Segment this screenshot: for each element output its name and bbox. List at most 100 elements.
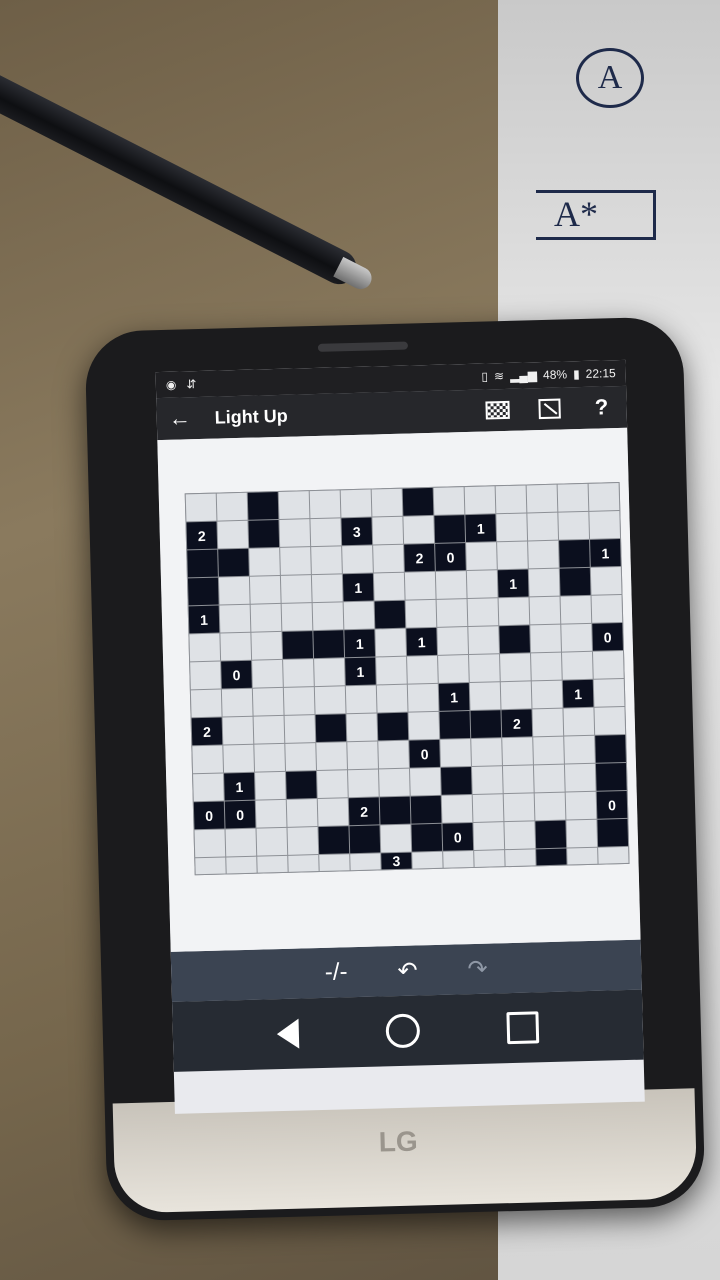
empty-cell[interactable] (526, 484, 558, 513)
empty-cell[interactable] (317, 770, 348, 799)
empty-cell[interactable] (317, 798, 349, 827)
empty-cell[interactable] (471, 738, 502, 766)
empty-cell[interactable] (345, 685, 377, 714)
empty-cell[interactable] (532, 708, 564, 737)
empty-cell[interactable] (249, 547, 280, 576)
empty-cell[interactable] (590, 567, 622, 595)
empty-cell[interactable] (530, 624, 561, 653)
empty-cell[interactable] (564, 735, 595, 764)
empty-cell[interactable] (566, 819, 598, 848)
empty-cell[interactable] (496, 513, 528, 542)
empty-cell[interactable] (342, 545, 373, 574)
empty-cell[interactable] (195, 857, 226, 875)
empty-cell[interactable] (310, 518, 342, 547)
empty-cell[interactable] (379, 768, 410, 797)
empty-cell[interactable] (443, 850, 474, 868)
help-icon[interactable]: ? (588, 394, 615, 419)
empty-cell[interactable] (464, 486, 496, 515)
empty-cell[interactable] (594, 706, 626, 735)
empty-cell[interactable] (283, 687, 315, 715)
empty-cell[interactable] (217, 520, 249, 549)
empty-cell[interactable] (533, 736, 564, 765)
empty-cell[interactable] (219, 604, 251, 633)
empty-cell[interactable] (472, 794, 504, 822)
empty-cell[interactable] (319, 854, 350, 872)
empty-cell[interactable] (221, 688, 253, 717)
empty-cell[interactable] (253, 715, 285, 744)
empty-cell[interactable] (350, 853, 381, 871)
empty-cell[interactable] (404, 571, 436, 600)
empty-cell[interactable] (533, 764, 565, 793)
empty-cell[interactable] (193, 773, 224, 802)
empty-cell[interactable] (222, 716, 254, 745)
empty-cell[interactable] (531, 652, 562, 681)
empty-cell[interactable] (500, 681, 532, 710)
empty-cell[interactable] (347, 741, 378, 770)
empty-cell[interactable] (534, 792, 566, 821)
empty-cell[interactable] (407, 655, 438, 684)
empty-cell[interactable] (309, 490, 341, 519)
empty-cell[interactable] (588, 483, 620, 511)
empty-cell[interactable] (527, 512, 559, 541)
empty-cell[interactable] (502, 737, 533, 766)
empty-cell[interactable] (405, 599, 437, 628)
empty-cell[interactable] (373, 544, 404, 573)
empty-cell[interactable] (528, 540, 559, 569)
empty-cell[interactable] (531, 680, 563, 709)
empty-cell[interactable] (529, 596, 561, 625)
empty-cell[interactable] (505, 849, 536, 867)
empty-cell[interactable] (592, 650, 624, 679)
empty-cell[interactable] (218, 576, 250, 605)
empty-cell[interactable] (288, 855, 319, 872)
empty-cell[interactable] (226, 856, 257, 874)
empty-cell[interactable] (409, 767, 441, 796)
empty-cell[interactable] (192, 745, 224, 774)
empty-cell[interactable] (343, 601, 375, 630)
pattern-button[interactable] (484, 399, 511, 422)
empty-cell[interactable] (380, 824, 412, 853)
empty-cell[interactable] (223, 744, 255, 773)
empty-cell[interactable] (284, 715, 316, 743)
empty-cell[interactable] (185, 493, 217, 522)
nav-back-icon[interactable] (276, 1018, 299, 1050)
empty-cell[interactable] (279, 519, 311, 547)
empty-cell[interactable] (557, 483, 589, 512)
empty-cell[interactable] (558, 511, 590, 540)
empty-cell[interactable] (467, 598, 499, 627)
empty-cell[interactable] (567, 847, 598, 865)
empty-cell[interactable] (373, 572, 405, 601)
empty-cell[interactable] (473, 822, 505, 850)
empty-cell[interactable] (312, 602, 344, 631)
undo-icon[interactable]: ↶ (397, 956, 418, 986)
empty-cell[interactable] (314, 686, 346, 715)
empty-cell[interactable] (412, 851, 443, 869)
empty-cell[interactable] (254, 743, 286, 772)
empty-cell[interactable] (436, 599, 468, 627)
empty-cell[interactable] (560, 595, 592, 624)
empty-cell[interactable] (504, 821, 536, 850)
nav-home-icon[interactable] (385, 1013, 421, 1049)
empty-cell[interactable] (255, 799, 287, 828)
resize-button[interactable] (536, 397, 563, 420)
empty-cell[interactable] (314, 658, 345, 687)
empty-cell[interactable] (498, 597, 530, 626)
empty-cell[interactable] (589, 511, 621, 539)
empty-cell[interactable] (286, 799, 318, 827)
empty-cell[interactable] (346, 713, 378, 742)
empty-cell[interactable] (256, 827, 288, 856)
empty-cell[interactable] (591, 595, 623, 623)
empty-cell[interactable] (372, 516, 404, 545)
empty-cell[interactable] (441, 795, 473, 823)
empty-cell[interactable] (250, 603, 282, 632)
empty-cell[interactable] (466, 542, 497, 571)
empty-cell[interactable] (433, 487, 465, 515)
empty-cell[interactable] (189, 633, 221, 662)
empty-cell[interactable] (249, 575, 281, 604)
empty-cell[interactable] (225, 828, 257, 857)
empty-cell[interactable] (280, 575, 312, 603)
empty-cell[interactable] (257, 855, 288, 873)
empty-cell[interactable] (376, 656, 407, 685)
empty-cell[interactable] (190, 661, 221, 690)
empty-cell[interactable] (495, 485, 527, 514)
empty-cell[interactable] (281, 603, 313, 631)
